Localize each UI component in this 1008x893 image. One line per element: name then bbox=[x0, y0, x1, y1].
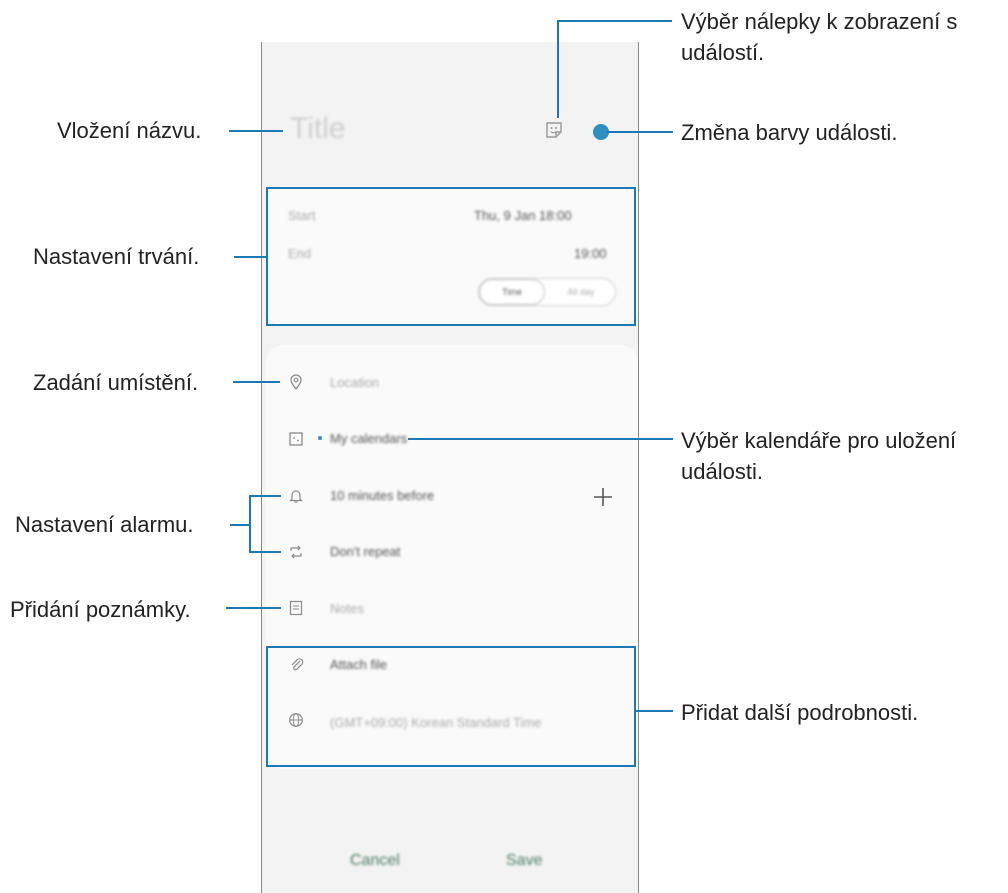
calendar-select[interactable]: My calendars bbox=[330, 431, 407, 446]
note-callout-line bbox=[226, 607, 281, 609]
sticker-icon[interactable] bbox=[545, 121, 563, 139]
alarm-bracket-bottom bbox=[249, 551, 281, 553]
more-details-highlight bbox=[266, 646, 636, 767]
notes-icon bbox=[289, 600, 303, 616]
repeat-select[interactable]: Don't repeat bbox=[330, 544, 400, 559]
bell-icon bbox=[289, 490, 303, 503]
sticker-annotation-line2: událostí. bbox=[681, 40, 765, 65]
duration-callout-line bbox=[234, 256, 267, 258]
notes-input[interactable]: Notes bbox=[330, 601, 364, 616]
duration-highlight bbox=[266, 187, 636, 326]
more-details-callout-line bbox=[636, 710, 673, 712]
location-callout-line bbox=[233, 381, 280, 383]
title-callout-line bbox=[229, 130, 283, 132]
sticker-annotation-line1: Výběr nálepky k zobrazení s bbox=[681, 9, 958, 34]
alarm-bracket-vertical bbox=[249, 495, 251, 553]
note-annotation: Přidání poznámky. bbox=[10, 597, 191, 622]
calendar-icon bbox=[289, 432, 303, 446]
calendar-annotation-line1: Výběr kalendáře pro uložení bbox=[681, 428, 957, 453]
calendar-color-dot bbox=[318, 436, 322, 440]
save-button[interactable]: Save bbox=[506, 852, 542, 870]
color-callout-line bbox=[607, 131, 673, 133]
sticker-callout-line bbox=[557, 20, 559, 118]
reminder-select[interactable]: 10 minutes before bbox=[330, 488, 434, 503]
alarm-callout-line bbox=[230, 524, 250, 526]
location-input[interactable]: Location bbox=[330, 375, 379, 390]
alarm-annotation: Nastavení alarmu. bbox=[15, 512, 194, 537]
calendar-callout-line bbox=[408, 438, 673, 440]
location-pin-icon bbox=[290, 374, 302, 390]
title-annotation: Vložení názvu. bbox=[57, 118, 202, 143]
title-input[interactable]: Title bbox=[290, 112, 346, 146]
color-annotation: Změna barvy události. bbox=[681, 120, 898, 145]
sticker-callout-line-h bbox=[557, 20, 672, 22]
cancel-button[interactable]: Cancel bbox=[350, 852, 400, 870]
alarm-bracket-top bbox=[249, 495, 281, 497]
repeat-icon bbox=[290, 545, 302, 559]
location-annotation: Zadání umístění. bbox=[33, 370, 199, 395]
add-reminder-icon[interactable] bbox=[593, 487, 613, 507]
calendar-annotation-line2: události. bbox=[681, 459, 763, 484]
more-details-annotation: Přidat další podrobnosti. bbox=[681, 700, 919, 725]
duration-annotation: Nastavení trvání. bbox=[33, 244, 200, 269]
